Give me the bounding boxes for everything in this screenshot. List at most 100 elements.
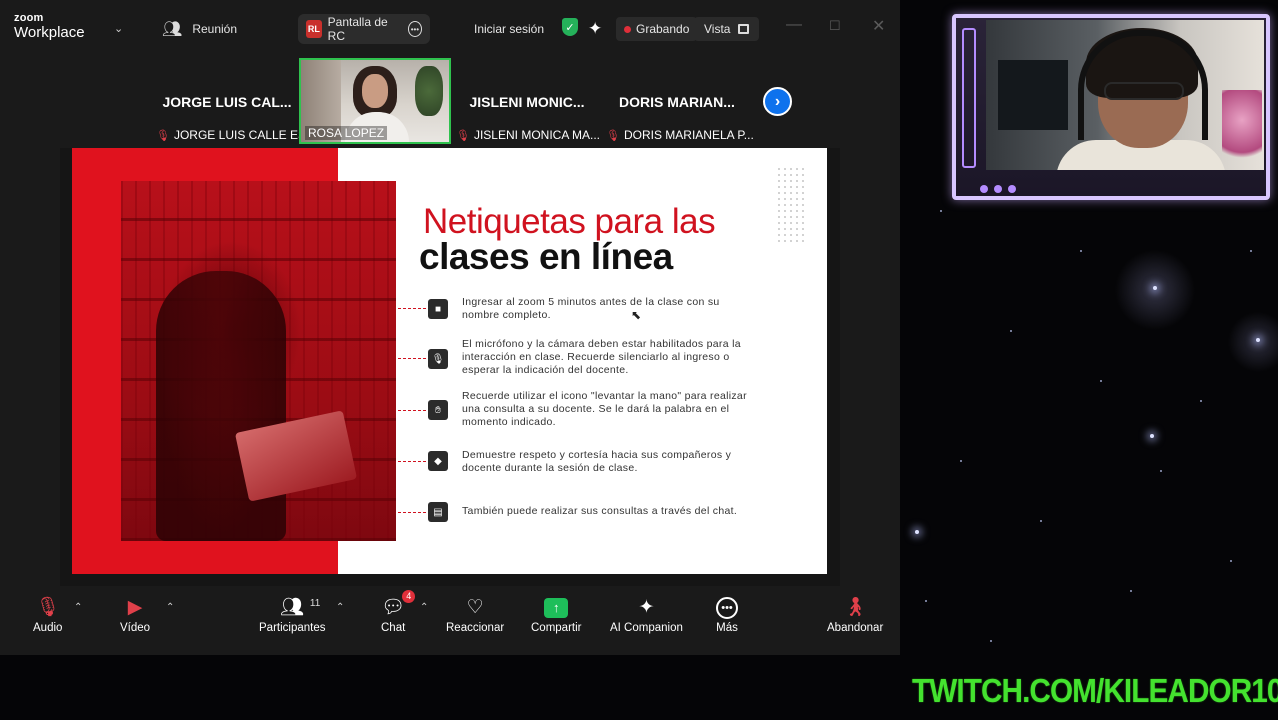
rule-connector [398,308,426,309]
star [1250,250,1252,252]
star [940,210,942,212]
photo-person [156,271,286,541]
participant-label: 🎙︎ DORIS MARIANELA P... [606,128,754,142]
more-button[interactable]: ••• Más [716,596,738,634]
streamer-webcam-frame [952,14,1270,200]
maximize-icon[interactable]: ☐ [829,18,841,34]
close-icon[interactable]: ✕ [872,16,885,36]
share-screen-icon: ↑ [544,596,569,620]
react-button[interactable]: ♡ Reaccionar [446,596,504,634]
participant-label: 🎙︎ JISLENI MONICA MA... [456,128,600,142]
video-button[interactable]: ▶︎ Vídeo [120,596,150,634]
heart-icon: ♡ [466,597,484,618]
rule-connector [398,512,426,513]
more-icon: ••• [716,596,738,620]
recording-dot-icon [624,25,631,33]
sign-in-button[interactable]: Iniciar sesión [474,14,544,44]
library-photo [121,181,396,541]
participant-big-name: DORIS MARIAN... [619,94,735,110]
bright-star [1150,434,1154,438]
handshake-icon: ◆ [428,451,448,471]
chevron-right-icon[interactable]: › [763,87,792,116]
participant-name: JISLENI MONICA MA... [473,128,600,142]
rule-line: También puede realizar sus consultas a t… [462,505,738,517]
recording-label: Grabando [636,22,690,36]
headset-icon [1078,30,1208,140]
participants-button[interactable]: 👥︎ 11 Participantes [259,596,325,634]
chevron-up-icon[interactable]: ⌃ [420,602,428,613]
participant-tile[interactable]: JISLENI MONIC... 🎙︎ JISLENI MONICA MA... [452,58,602,144]
minimize-icon[interactable]: — [786,16,802,34]
screen-share-tab[interactable]: RL Pantalla de RC ••• [298,14,430,44]
mic-muted-icon: 🎙︎ [456,129,470,142]
share-tab-label: Pantalla de RC [327,15,388,43]
star [1080,250,1082,252]
participants-icon: 👥︎ 11 [280,596,320,620]
presentation-slide: Netiquetas para las clases en línea ■ In… [72,148,827,574]
star [1130,590,1132,592]
rule-line: nombre completo. [462,309,551,321]
rule-line: El micrófono y la cámara deben estar hab… [462,338,741,350]
view-button[interactable]: Vista [694,17,760,41]
participant-name: JORGE LUIS CALLE ES... [173,128,317,142]
zoom-window: zoom Workplace ⌄ 👥︎ Reunión RL Pantalla … [0,0,900,655]
chevron-up-icon[interactable]: ⌃ [166,602,174,613]
twitch-url-overlay: TWITCH.COM/KILEADOR101 [912,672,1278,709]
webcam-background [1222,90,1262,170]
rule-connector [398,410,426,411]
chat-button[interactable]: 💬︎ 4 Chat [381,590,416,634]
participant-big-name: JORGE LUIS CAL... [162,94,292,110]
chevron-up-icon[interactable]: ⌃ [336,602,344,613]
slide-title-line2: clases en línea [419,236,673,277]
meeting-toolbar: 🎙︎ Audio ⌃ ▶︎ Vídeo ⌃ 👥︎ 11 Participantes… [0,586,900,655]
logo-line2: Workplace [14,24,85,41]
frame-decoration [980,180,1260,193]
star [1230,560,1232,562]
rule-line: esperar la indicación del docente. [462,364,629,376]
ai-label: AI Companion [610,622,683,634]
active-speaker-tile[interactable]: ROSA LOPEZ [299,58,451,144]
chat-icon: ▤ [428,502,448,522]
participant-tile[interactable]: DORIS MARIAN... 🎙︎ DORIS MARIANELA P... [602,58,754,144]
rule-text: El micrófono y la cámara deben estar hab… [462,338,782,377]
leave-button[interactable]: 🚶︎ Abandonar [827,596,883,634]
audio-button[interactable]: 🎙︎ Audio [33,596,62,634]
webcam-background [998,60,1068,130]
more-label: Más [716,622,738,634]
chevron-up-icon[interactable]: ⌃ [74,602,82,613]
rule-line: docente durante la sesión de clase. [462,462,638,474]
speaker-video [362,74,388,108]
sparkle-icon[interactable]: ✦ [588,14,602,44]
grid-icon [738,24,750,34]
people-icon: 👥︎ [162,21,183,38]
ai-companion-button[interactable]: ✦ AI Companion [610,596,683,634]
star [990,640,992,642]
star [960,460,962,462]
participant-label: 🎙︎ JORGE LUIS CALLE ES... [156,128,316,142]
share-button[interactable]: ↑ Compartir [531,596,581,634]
star [1040,520,1042,522]
more-icon[interactable]: ••• [407,21,422,37]
participant-tile[interactable]: JORGE LUIS CAL... 🎙︎ JORGE LUIS CALLE ES… [152,58,316,144]
chevron-down-icon[interactable]: ⌄ [114,22,123,35]
streamer-webcam [986,20,1264,170]
participants-label: Participantes [259,622,326,634]
shield-check-icon[interactable]: ✓ [562,18,578,36]
leave-label: Abandonar [827,622,884,634]
chat-icon: 💬︎ 4 [381,590,416,620]
hand-icon: ✋︎ [428,400,448,420]
video-off-icon: ▶︎ [127,597,143,618]
rule-text: Ingresar al zoom 5 minutos antes de la c… [462,296,782,322]
rule-text: También puede realizar sus consultas a t… [462,505,782,518]
sign-in-label: Iniciar sesión [474,22,545,36]
dot-pattern [776,166,806,242]
star [1010,330,1012,332]
stream-canvas: zoom Workplace ⌄ 👥︎ Reunión RL Pantalla … [0,0,1278,720]
mouse-cursor-icon: ⬉ [631,308,642,322]
view-label: Vista [704,22,731,36]
meeting-info-button[interactable]: 👥︎ Reunión [152,14,247,44]
leave-icon: 🚶︎ [843,597,868,618]
recording-indicator[interactable]: Grabando [616,17,698,41]
bright-star [1256,338,1260,342]
camera-icon: ■ [428,299,448,319]
